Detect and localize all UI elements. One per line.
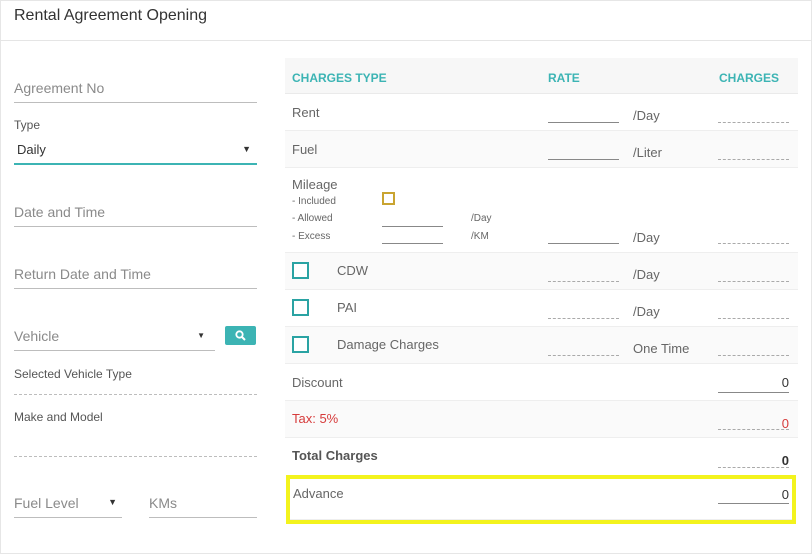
fuel-label: Fuel (292, 142, 318, 157)
discount-input[interactable] (718, 392, 789, 393)
cdw-unit: /Day (633, 267, 660, 282)
tax-label: Tax: 5% (292, 411, 339, 426)
damage-charges-label: Damage Charges (337, 337, 439, 352)
dialog-header: Rental Agreement Opening (0, 0, 812, 41)
damage-rate-value (548, 355, 619, 356)
pai-unit: /Day (633, 304, 660, 319)
vehicle-search-button[interactable] (225, 326, 256, 345)
agreement-no-placeholder: Agreement No (14, 80, 105, 96)
vehicle-placeholder: Vehicle (14, 328, 60, 344)
mileage-included-label: - Included (292, 196, 336, 207)
cdw-checkbox[interactable] (292, 262, 309, 279)
mileage-charges-value (718, 243, 789, 244)
type-label: Type (14, 118, 41, 132)
table-row: Damage Charges One Time (285, 327, 798, 364)
search-icon (235, 330, 246, 341)
discount-label: Discount (292, 375, 343, 390)
fuel-unit: /Liter (633, 145, 662, 160)
table-row: Fuel /Liter (285, 131, 798, 168)
make-model-label: Make and Model (14, 410, 103, 424)
return-date-time-placeholder: Return Date and Time (14, 266, 151, 282)
mileage-rate-input[interactable] (548, 243, 619, 244)
type-select[interactable]: Daily ▼ (14, 135, 257, 165)
chevron-down-icon: ▼ (108, 497, 117, 507)
mileage-included-checkbox[interactable] (382, 192, 395, 205)
damage-charges-checkbox[interactable] (292, 336, 309, 353)
advance-value: 0 (781, 487, 789, 502)
kms-placeholder: KMs (149, 495, 177, 511)
type-value: Daily (17, 142, 46, 157)
mileage-excess-unit: /KM (471, 231, 489, 242)
dialog-title: Rental Agreement Opening (14, 7, 208, 24)
charges-table-header: CHARGES TYPE RATE CHARGES (285, 58, 798, 94)
selected-vehicle-type-label: Selected Vehicle Type (14, 367, 132, 381)
rent-unit: /Day (633, 108, 660, 123)
charges-type-header: CHARGES TYPE (292, 71, 387, 85)
pai-checkbox[interactable] (292, 299, 309, 316)
fuel-level-placeholder: Fuel Level (14, 495, 79, 511)
agreement-no-field[interactable]: Agreement No (14, 70, 257, 103)
mileage-allowed-label: - Allowed (292, 213, 333, 224)
advance-row-highlight: Advance 0 (286, 475, 796, 524)
pai-label: PAI (337, 300, 357, 315)
advance-input[interactable] (718, 503, 789, 504)
rent-rate-input[interactable] (548, 122, 619, 123)
damage-charges-value (718, 355, 789, 356)
date-time-placeholder: Date and Time (14, 204, 106, 220)
mileage-label: Mileage (292, 177, 338, 192)
total-charges-value: 0 (781, 453, 789, 468)
mileage-excess-input[interactable] (382, 243, 443, 244)
fuel-rate-input[interactable] (548, 159, 619, 160)
rent-charges-value (718, 122, 789, 123)
selected-vehicle-type-value (14, 394, 257, 395)
fuel-level-select[interactable]: Fuel Level ▼ (14, 485, 122, 518)
kms-field[interactable]: KMs (149, 485, 257, 518)
pai-rate-value (548, 318, 619, 319)
vehicle-select[interactable]: Vehicle ▼ (14, 318, 215, 351)
total-charges-label: Total Charges (292, 448, 378, 463)
chevron-down-icon: ▼ (242, 144, 251, 154)
rate-header: RATE (548, 71, 580, 85)
cdw-label: CDW (337, 263, 369, 278)
date-time-field[interactable]: Date and Time (14, 194, 257, 227)
mileage-allowed-unit: /Day (471, 213, 492, 224)
tax-value: 0 (781, 416, 789, 431)
table-row: Mileage - Included - Allowed - Excess /D… (285, 168, 798, 253)
damage-unit: One Time (633, 341, 690, 356)
advance-label: Advance (293, 486, 344, 501)
cdw-rate-value (548, 281, 619, 282)
rent-label: Rent (292, 105, 320, 120)
table-row: Rent /Day (285, 94, 798, 131)
mileage-allowed-input[interactable] (382, 226, 443, 227)
table-row: Discount 0 (285, 364, 798, 401)
fuel-charges-value (718, 159, 789, 160)
table-row: Total Charges 0 (285, 438, 798, 475)
make-model-value (14, 456, 257, 457)
charges-header: CHARGES (719, 71, 780, 85)
table-row: CDW /Day (285, 253, 798, 290)
mileage-unit: /Day (633, 230, 660, 245)
chevron-down-icon: ▼ (197, 331, 205, 340)
return-date-time-field[interactable]: Return Date and Time (14, 256, 257, 289)
table-row: PAI /Day (285, 290, 798, 327)
mileage-excess-label: - Excess (292, 231, 331, 242)
discount-value: 0 (781, 375, 789, 390)
charges-panel: CHARGES TYPE RATE CHARGES Rent /Day Fuel… (285, 58, 798, 470)
pai-charges-value (718, 318, 789, 319)
cdw-charges-value (718, 281, 789, 282)
advance-row: Advance 0 (290, 479, 792, 520)
table-row: Tax: 5% 0 (285, 401, 798, 438)
